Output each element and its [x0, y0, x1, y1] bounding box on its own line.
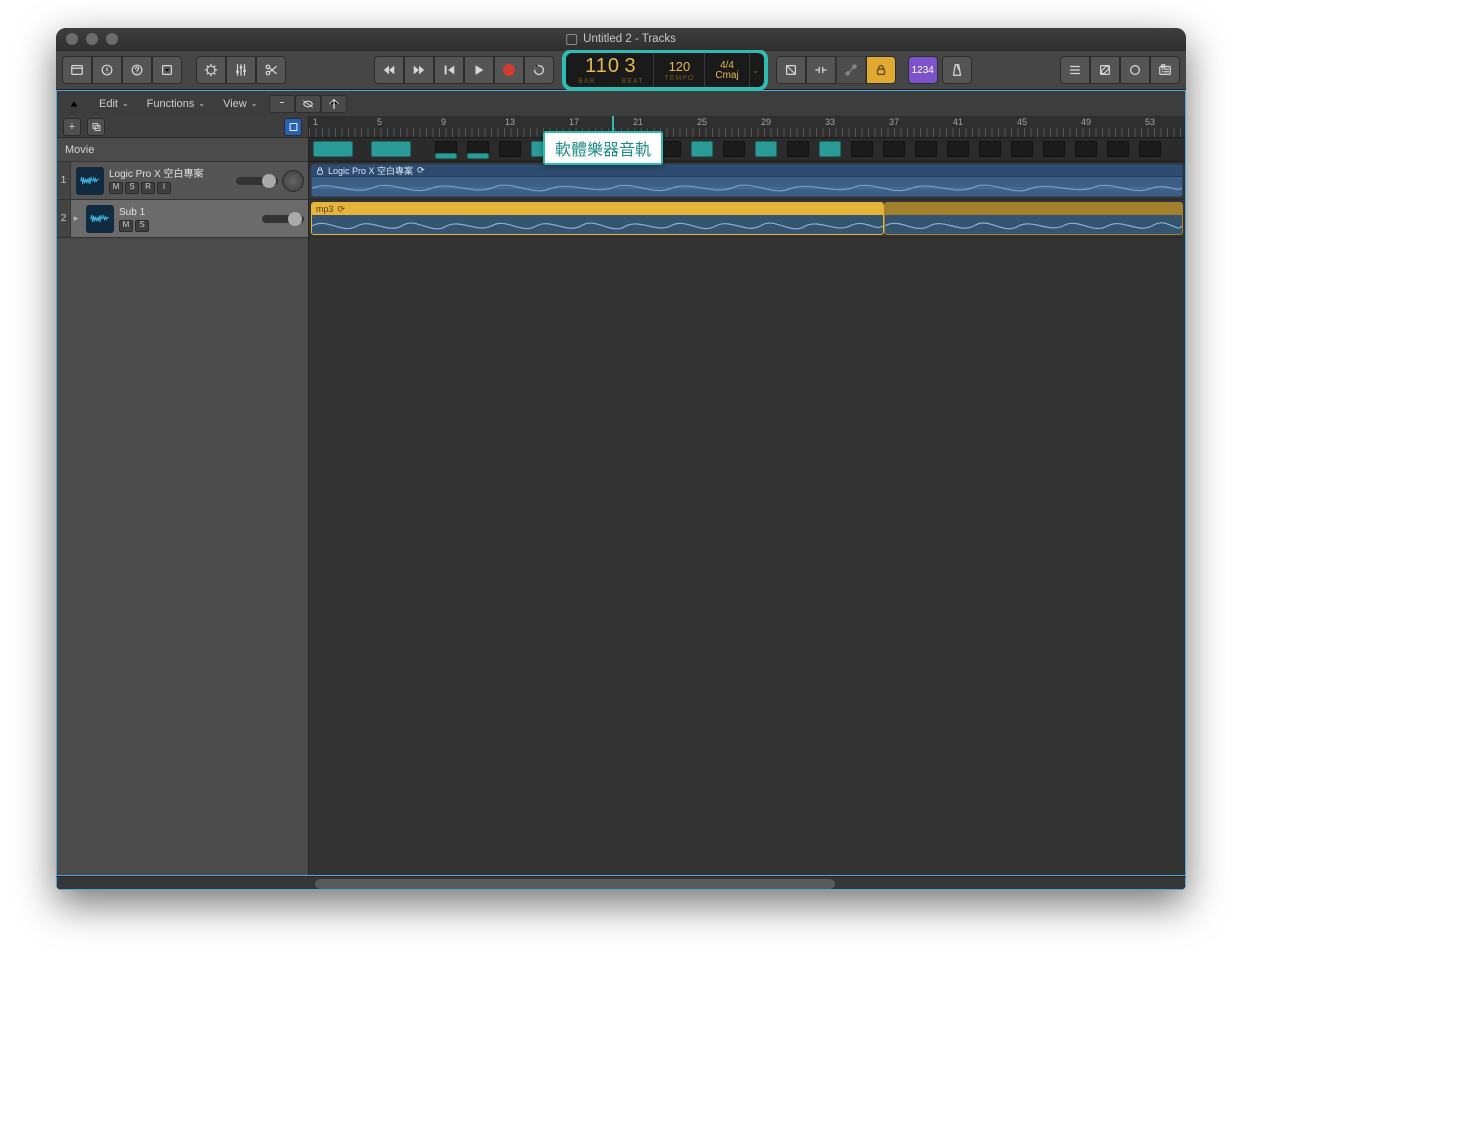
movie-thumbnail[interactable]: [313, 141, 353, 157]
movie-thumbnail[interactable]: [1107, 141, 1129, 157]
link-button[interactable]: [269, 95, 295, 113]
arrange-area[interactable]: 1 5 9 13 17 21 25 29 33 37 41 45 49 53: [309, 116, 1185, 875]
quick-help-button[interactable]: [122, 56, 152, 84]
record-enable-button[interactable]: R: [141, 182, 155, 194]
duplicate-track-button[interactable]: [87, 118, 105, 136]
track-name[interactable]: Logic Pro X 空白專案: [109, 168, 236, 181]
functions-menu[interactable]: Functions ⌄: [141, 95, 211, 113]
mixer-button[interactable]: [226, 56, 256, 84]
annotation-label: 軟體樂器音軌: [543, 131, 663, 165]
loop-icon: ⟳: [417, 165, 425, 176]
smart-controls-button[interactable]: [196, 56, 226, 84]
movie-thumbnail[interactable]: [1011, 141, 1033, 157]
input-monitor-button[interactable]: I: [157, 182, 171, 194]
movie-thumbnail[interactable]: [1075, 141, 1097, 157]
movie-thumbnail[interactable]: [883, 141, 905, 157]
audio-region[interactable]: Logic Pro X 空白專案⟳: [311, 164, 1183, 197]
movie-thumbnail[interactable]: [787, 141, 809, 157]
track-header-area: + Movie 1 Logic Pro X 空白專案 M S R I: [57, 116, 309, 875]
movie-thumbnail[interactable]: [851, 141, 873, 157]
track-info: Logic Pro X 空白專案 M S R I: [109, 168, 236, 194]
pointer-up-icon[interactable]: [61, 95, 87, 113]
left-view-buttons: [62, 56, 182, 84]
bar-ruler[interactable]: 1 5 9 13 17 21 25 29 33 37 41 45 49 53: [309, 116, 1185, 138]
track-header[interactable]: 1 Logic Pro X 空白專案 M S R I: [57, 162, 308, 200]
movie-thumbnail[interactable]: [371, 141, 411, 157]
volume-slider[interactable]: [262, 215, 304, 223]
track-panel-header: +: [57, 116, 308, 138]
window-controls: [56, 33, 118, 45]
add-track-button[interactable]: +: [63, 118, 81, 136]
close-window-button[interactable]: [66, 33, 78, 45]
pan-knob[interactable]: [282, 170, 304, 192]
view-menu[interactable]: View ⌄: [217, 95, 263, 113]
track-icon[interactable]: [86, 205, 114, 233]
solo-button[interactable]: S: [135, 220, 149, 232]
mute-button[interactable]: M: [119, 220, 133, 232]
movie-thumbnail[interactable]: [819, 141, 841, 157]
global-tracks-button[interactable]: [284, 118, 302, 136]
solo-button[interactable]: S: [125, 182, 139, 194]
bottom-scrollbar-area: [56, 876, 1186, 890]
movie-thumbnail[interactable]: [947, 141, 969, 157]
workspace: + Movie 1 Logic Pro X 空白專案 M S R I: [56, 116, 1186, 876]
movie-thumbnail[interactable]: [915, 141, 937, 157]
track-disclosure[interactable]: ▸: [71, 213, 81, 224]
track-name[interactable]: Sub 1: [119, 206, 262, 219]
audio-region-loop[interactable]: [884, 202, 1183, 235]
track-lane[interactable]: mp3⟳: [309, 200, 1185, 238]
inspector-button[interactable]: [92, 56, 122, 84]
track-number: 1: [57, 162, 71, 199]
movie-track-header[interactable]: Movie: [57, 138, 308, 162]
toolbar-toggle-button[interactable]: [152, 56, 182, 84]
movie-thumbnail[interactable]: [1043, 141, 1065, 157]
edit-menu[interactable]: Edit ⌄: [93, 95, 135, 113]
track-header[interactable]: 2 ▸ Sub 1 M S: [57, 200, 308, 238]
volume-slider[interactable]: [236, 177, 278, 185]
minimize-window-button[interactable]: [86, 33, 98, 45]
movie-track-lane: [309, 138, 1185, 162]
movie-thumbnail[interactable]: [979, 141, 1001, 157]
zoom-window-button[interactable]: [106, 33, 118, 45]
library-button[interactable]: [62, 56, 92, 84]
audio-region-selected[interactable]: mp3⟳: [311, 202, 884, 235]
movie-thumbnail[interactable]: [499, 141, 521, 157]
app-window: Untitled 2 - Tracks: [56, 28, 1186, 890]
scissors-button[interactable]: [256, 56, 286, 84]
track-lane[interactable]: Logic Pro X 空白專案⟳: [309, 162, 1185, 200]
movie-thumbnail[interactable]: [723, 141, 745, 157]
tracks-local-menu: Edit ⌄ Functions ⌄ View ⌄ ⌄ ⌄ Snap: Smar…: [56, 90, 1186, 116]
loop-icon: ⟳: [338, 204, 346, 215]
track-number: 2: [57, 200, 71, 237]
track-icon[interactable]: [76, 167, 104, 195]
edit-tools: [196, 56, 286, 84]
movie-thumbnail[interactable]: [755, 141, 777, 157]
horizontal-scrollbar[interactable]: [315, 879, 835, 889]
track-info: Sub 1 M S: [119, 206, 262, 232]
movie-thumbnail[interactable]: [1139, 141, 1161, 157]
mute-button[interactable]: M: [109, 182, 123, 194]
movie-thumbnail[interactable]: [691, 141, 713, 157]
